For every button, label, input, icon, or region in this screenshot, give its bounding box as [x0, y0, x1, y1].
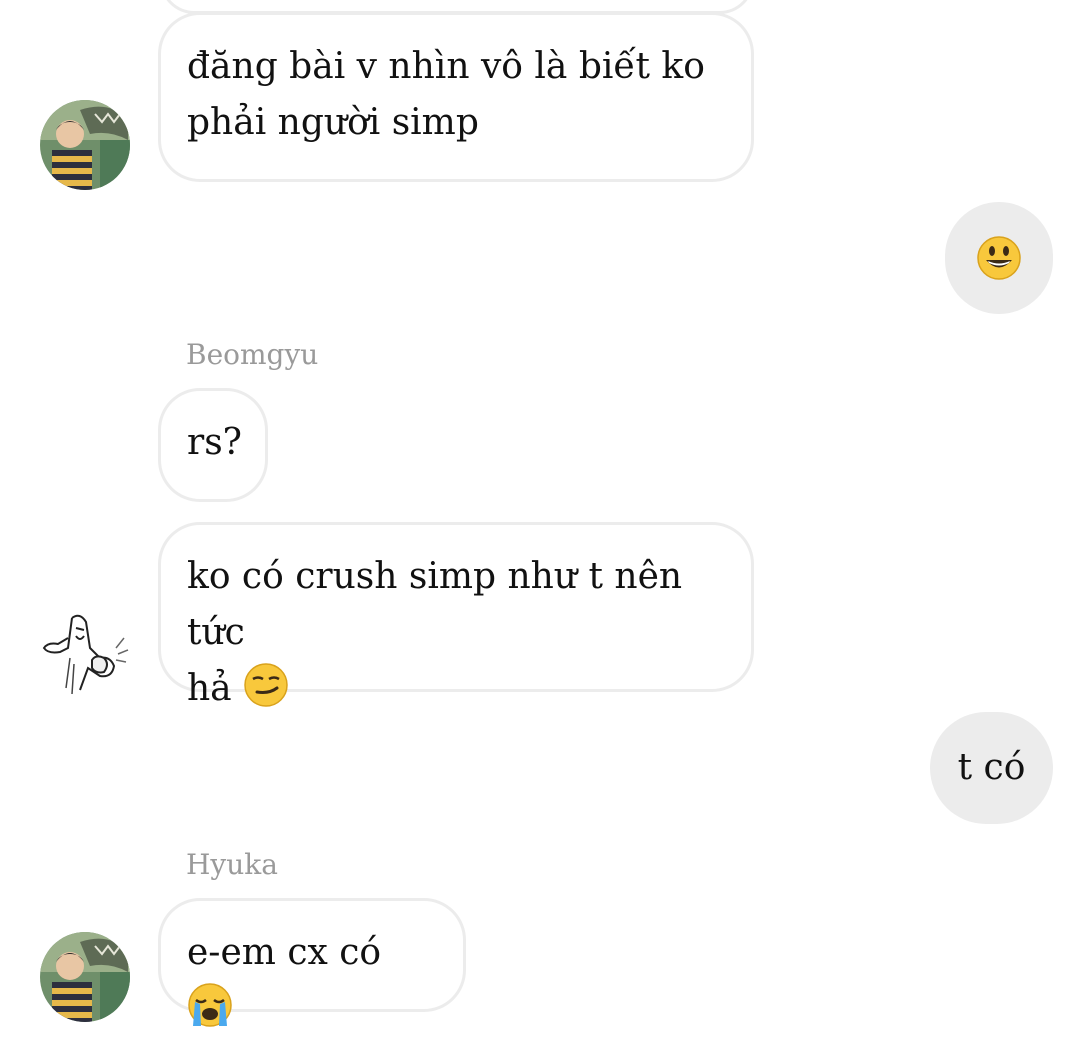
- boy-dinosaur-avatar-image: [40, 932, 130, 1022]
- message-bubble-outgoing[interactable]: t có: [930, 712, 1053, 824]
- avatar[interactable]: [40, 608, 130, 698]
- message-text-line: đăng bài v nhìn vô là biết ko: [187, 46, 705, 87]
- message-bubble-incoming[interactable]: đăng bài v nhìn vô là biết ko phải người…: [158, 12, 754, 182]
- message-bubble-incoming[interactable]: ko có crush simp như t nên tức hả: [158, 522, 754, 709]
- boy-dinosaur-avatar-image: [40, 100, 130, 190]
- message-text-line: ko có crush simp như t nên tức: [187, 556, 683, 653]
- message-text-line: phải người simp: [187, 102, 479, 143]
- message-text-line: hả: [187, 668, 232, 709]
- grinning-face-emoji: [976, 235, 1022, 281]
- loudly-crying-face-emoji: [187, 982, 233, 1028]
- avatar[interactable]: [40, 100, 130, 190]
- meme-sketch-avatar-image: [40, 608, 130, 698]
- message-bubble-incoming[interactable]: rs?: [158, 388, 268, 502]
- message-text: t có: [957, 747, 1026, 788]
- message-bubble-outgoing[interactable]: [945, 202, 1053, 314]
- smirking-face-emoji: [243, 662, 289, 708]
- avatar[interactable]: [40, 932, 130, 1022]
- message-text: e-em cx có: [187, 932, 382, 973]
- message-text-line-with-emoji: hả: [187, 661, 725, 717]
- sender-name: Beomgyu: [186, 338, 319, 371]
- sender-name: Hyuka: [186, 848, 278, 881]
- message-bubble-incoming[interactable]: e-em cx có: [158, 898, 466, 1027]
- message-text: rs?: [187, 422, 242, 463]
- message-thread[interactable]: đăng bài v nhìn vô là biết ko phải người…: [0, 0, 1080, 1040]
